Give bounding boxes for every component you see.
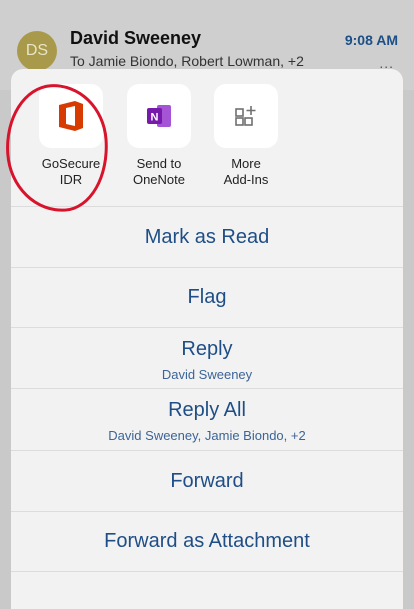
divider bbox=[11, 267, 403, 268]
sender-name: David Sweeney bbox=[70, 28, 202, 48]
addin-send-to-onenote[interactable]: N Send to OneNote bbox=[115, 84, 203, 188]
action-sublabel: David Sweeney, Jamie Biondo, +2 bbox=[108, 428, 306, 443]
flag-button[interactable]: Flag bbox=[11, 286, 403, 309]
recipients-line: To Jamie Biondo, Robert Lowman, +2 bbox=[70, 53, 304, 69]
forward-button[interactable]: Forward bbox=[11, 470, 403, 493]
divider bbox=[11, 571, 403, 572]
divider bbox=[11, 327, 403, 328]
action-label: Forward bbox=[170, 470, 244, 492]
forward-as-attachment-button[interactable]: Forward as Attachment bbox=[11, 530, 403, 553]
divider bbox=[11, 388, 403, 389]
reply-all-button[interactable]: Reply All David Sweeney, Jamie Biondo, +… bbox=[11, 399, 403, 443]
addin-more-addins[interactable]: More Add-Ins bbox=[202, 84, 290, 188]
avatar: DS bbox=[17, 31, 57, 71]
action-label: Reply bbox=[181, 338, 233, 360]
action-label: Flag bbox=[187, 286, 227, 308]
action-label: Mark as Read bbox=[144, 226, 270, 248]
onenote-icon: N bbox=[127, 84, 191, 148]
add-ins-icon bbox=[214, 84, 278, 148]
reply-button[interactable]: Reply David Sweeney bbox=[11, 338, 403, 382]
action-label: Forward as Attachment bbox=[104, 530, 310, 552]
addin-label: More Add-Ins bbox=[223, 156, 269, 187]
action-label: Reply All bbox=[168, 399, 246, 421]
svg-text:N: N bbox=[151, 112, 159, 124]
divider bbox=[11, 450, 403, 451]
divider bbox=[11, 511, 403, 512]
email-time: 9:08 AM bbox=[344, 32, 398, 48]
mark-as-read-button[interactable]: Mark as Read bbox=[11, 226, 403, 249]
action-sublabel: David Sweeney bbox=[161, 367, 253, 382]
addin-label: Send to OneNote bbox=[132, 156, 186, 187]
